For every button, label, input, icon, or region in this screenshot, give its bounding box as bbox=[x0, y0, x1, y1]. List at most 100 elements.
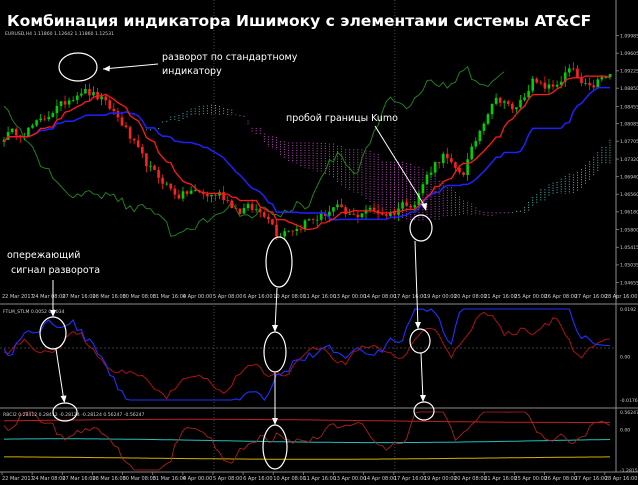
time-tick-label-upper: 30 Mar 08:00 bbox=[123, 294, 156, 300]
candle-body bbox=[299, 228, 303, 230]
time-tick-label: 19 Apr 00:00 bbox=[424, 476, 457, 482]
time-tick-label-upper: 13 Apr 00:00 bbox=[334, 294, 367, 300]
candle-body bbox=[519, 100, 522, 108]
time-tick-label: 22 Mar 2017 bbox=[2, 476, 34, 482]
candle-body bbox=[543, 82, 547, 89]
time-tick-label-upper: 6 Apr 16:00 bbox=[243, 294, 272, 300]
rbci-panel bbox=[0, 409, 616, 471]
candle-body bbox=[59, 101, 63, 106]
candle-body bbox=[100, 96, 103, 100]
candle-body bbox=[340, 204, 343, 208]
time-tick-label: 17 Apr 16:00 bbox=[394, 476, 427, 482]
candle-body bbox=[311, 219, 315, 220]
candle-body bbox=[588, 82, 591, 86]
candle-body bbox=[572, 68, 575, 70]
price-tick-label: 1.06180 bbox=[620, 210, 638, 216]
candle-body bbox=[332, 207, 335, 212]
time-tick-label: 31 Mar 16:00 bbox=[153, 476, 186, 482]
candle-body bbox=[344, 207, 347, 215]
candle-body bbox=[246, 204, 250, 209]
time-tick-label: 27 Apr 16:00 bbox=[575, 476, 608, 482]
time-tick-label-upper: 26 Apr 08:00 bbox=[545, 294, 578, 300]
candle-body bbox=[51, 113, 55, 117]
candle-body bbox=[600, 77, 604, 80]
candle-body bbox=[10, 128, 14, 133]
candle-body bbox=[547, 84, 551, 89]
time-tick-label-upper: 27 Apr 16:00 bbox=[575, 294, 608, 300]
rbci-panel-label: RBCI2 0.28412 0.28412 -0.28124 -0.28124 … bbox=[3, 412, 145, 418]
price-tick-label: 1.09225 bbox=[620, 69, 638, 75]
time-tick-label-upper: 19 Apr 00:00 bbox=[424, 294, 457, 300]
candle-body bbox=[527, 90, 530, 98]
candle-body bbox=[608, 74, 612, 78]
candle-body bbox=[14, 128, 18, 136]
price-tick-label: 1.08455 bbox=[620, 104, 638, 110]
candle-body bbox=[214, 194, 217, 196]
candle-body bbox=[104, 96, 107, 101]
ftlm-axis-ticks: 0.0192 0.00 -0.0176 bbox=[620, 307, 638, 404]
candle-body bbox=[149, 165, 152, 167]
candle-body bbox=[250, 204, 254, 210]
candle-body bbox=[75, 95, 79, 100]
candle-body bbox=[319, 212, 323, 220]
price-tick-label: 1.09605 bbox=[620, 51, 638, 57]
candle-body bbox=[515, 107, 518, 110]
candle-body bbox=[157, 170, 160, 178]
candle-body bbox=[535, 78, 539, 83]
time-tick-label-upper: 28 Apr 16:00 bbox=[605, 294, 638, 300]
candle-body bbox=[47, 116, 51, 120]
time-tick-label-upper: 17 Apr 16:00 bbox=[394, 294, 427, 300]
price-tick-label: 1.05800 bbox=[620, 227, 638, 233]
candle-body bbox=[441, 153, 445, 164]
time-tick-label-upper: 31 Mar 16:00 bbox=[153, 294, 186, 300]
time-tick-label: 28 Mar 16:00 bbox=[92, 476, 125, 482]
time-tick-label: 28 Apr 16:00 bbox=[605, 476, 638, 482]
price-tick-label: 1.05415 bbox=[620, 245, 638, 251]
candle-body bbox=[132, 138, 136, 141]
candle-body bbox=[206, 193, 209, 197]
candle-body bbox=[470, 146, 473, 160]
candle-body bbox=[124, 125, 128, 128]
time-tick-label-upper: 22 Mar 2017 bbox=[2, 294, 34, 300]
candle-body bbox=[490, 103, 494, 115]
time-tick-label: 13 Apr 00:00 bbox=[334, 476, 367, 482]
candle-body bbox=[462, 172, 465, 175]
chart-title: Комбинация индикатора Ишимоку с элемента… bbox=[7, 12, 591, 30]
candle-body bbox=[437, 162, 441, 164]
rbci-tick-label: 0.56247 bbox=[620, 410, 638, 416]
candle-body bbox=[531, 78, 534, 91]
time-tick-label-upper: 27 Mar 16:00 bbox=[62, 294, 95, 300]
time-tick-label: 5 Apr 08:00 bbox=[213, 476, 242, 482]
candle-body bbox=[238, 208, 242, 214]
candle-body bbox=[494, 97, 498, 104]
time-tick-label: 26 Apr 08:00 bbox=[545, 476, 578, 482]
candle-body bbox=[63, 101, 67, 105]
candle-body bbox=[31, 125, 34, 128]
candle-body bbox=[580, 78, 583, 84]
price-tick-label: 1.08850 bbox=[620, 86, 638, 92]
price-tick-label: 1.06560 bbox=[620, 192, 638, 198]
candle-body bbox=[405, 202, 408, 206]
candle-body bbox=[539, 82, 543, 84]
candle-body bbox=[413, 205, 417, 208]
candle-body bbox=[446, 153, 449, 159]
candle-body bbox=[128, 127, 132, 139]
price-tick-label: 1.06940 bbox=[620, 174, 638, 180]
candle-body bbox=[523, 97, 526, 101]
candle-body bbox=[193, 190, 197, 191]
time-tick-label: 25 Apr 00:00 bbox=[514, 476, 547, 482]
candle-body bbox=[401, 202, 404, 209]
time-tick-label: 24 Mar 08:00 bbox=[32, 476, 65, 482]
time-tick-label: 11 Apr 16:00 bbox=[303, 476, 336, 482]
ftlm-tick-label: -0.0176 bbox=[620, 398, 638, 404]
price-axis-ticks: 1.09985 1.09605 1.09225 1.08850 1.08455 1.080… bbox=[616, 33, 638, 286]
time-tick-label: 20 Apr 08:00 bbox=[454, 476, 487, 482]
candle-body bbox=[177, 194, 181, 199]
candle-body bbox=[165, 183, 168, 185]
candle-body bbox=[84, 89, 87, 94]
price-panel bbox=[0, 0, 616, 301]
candle-body bbox=[210, 194, 213, 197]
rbci-tick-label: 0.00 bbox=[620, 427, 630, 433]
svg-text:пробой границы Kumo: пробой границы Kumo bbox=[286, 113, 398, 124]
candle-body bbox=[169, 183, 173, 189]
